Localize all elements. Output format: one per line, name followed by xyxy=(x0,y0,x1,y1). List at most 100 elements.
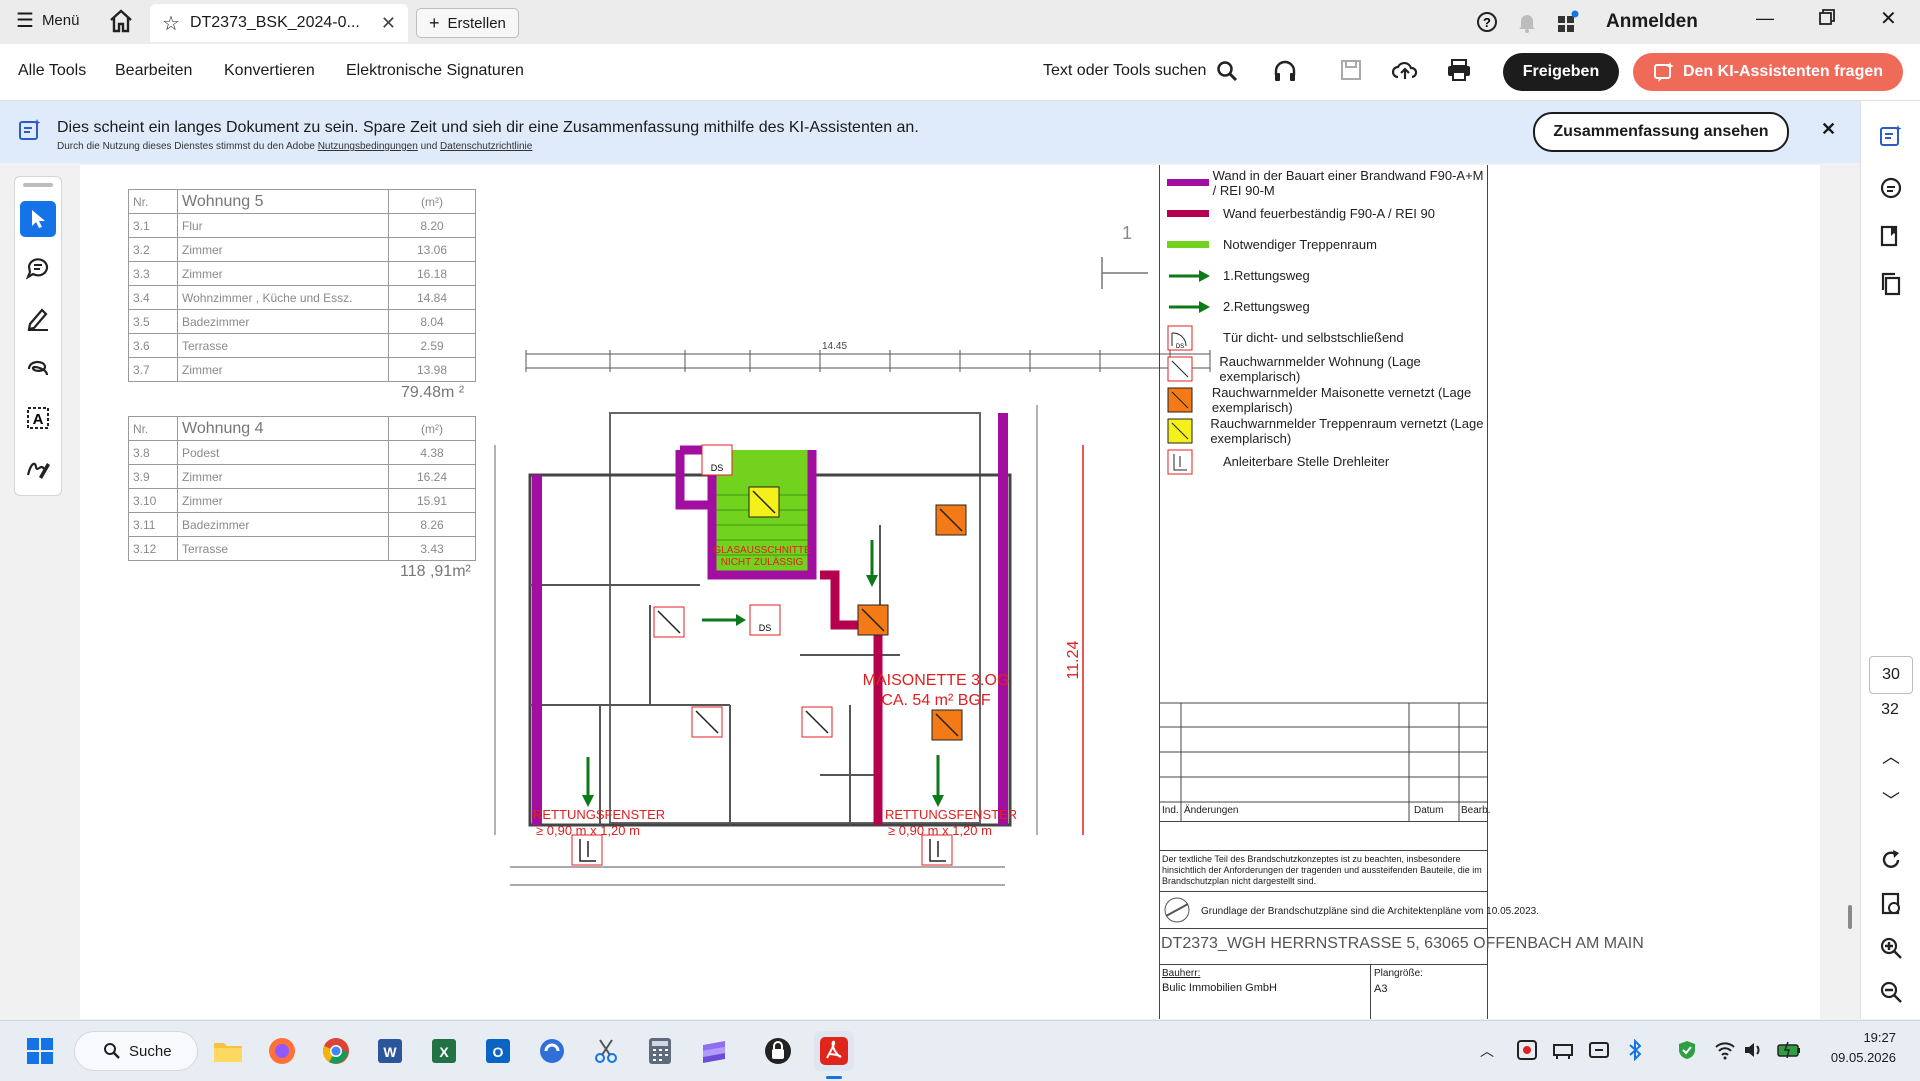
bookmarks-panel-button[interactable] xyxy=(1876,221,1906,251)
table-cell: 16.18 xyxy=(388,261,476,286)
ai-assistant-button[interactable]: Den KI-Assistenten fragen xyxy=(1633,53,1903,91)
table-row: 3.9 Zimmer 16.24 xyxy=(128,464,476,489)
restore-button[interactable] xyxy=(1818,8,1836,31)
taskbar-search[interactable]: Suche xyxy=(74,1031,198,1071)
firewall-right xyxy=(998,413,1008,825)
minimize-button[interactable]: — xyxy=(1756,8,1774,29)
pages-panel-button[interactable] xyxy=(1876,269,1906,299)
highlight-tool[interactable] xyxy=(23,303,53,333)
show-hidden-icons-button[interactable]: ︿ xyxy=(1480,1041,1494,1061)
taskbar-stack-app[interactable] xyxy=(694,1031,734,1071)
tray-battery[interactable] xyxy=(1776,1039,1802,1066)
taskbar-vpn-lock[interactable] xyxy=(758,1031,798,1071)
apps-button[interactable] xyxy=(1556,10,1580,39)
tray-display-icon xyxy=(1589,1042,1609,1058)
taskbar-security-app[interactable] xyxy=(532,1031,572,1071)
rotate-button[interactable] xyxy=(1876,845,1906,875)
vertical-scrollbar-thumb[interactable] xyxy=(1848,905,1852,929)
table-header-cell: Wohnung 4 xyxy=(177,416,389,441)
tray-bluetooth[interactable] xyxy=(1624,1038,1646,1066)
star-icon[interactable]: ☆ xyxy=(162,11,180,36)
document-page[interactable]: Nr. Wohnung 5 (m²) 3.1 Flur 8.20 3.2 Zimmer… xyxy=(80,165,1820,1019)
chevron-up-icon: ︿ xyxy=(1882,747,1900,767)
search-tools[interactable]: Text oder Tools suchen xyxy=(1043,60,1238,82)
tray-security[interactable] xyxy=(1676,1039,1698,1066)
create-label: Erstellen xyxy=(447,14,506,32)
menu-button[interactable]: ☰ Menü xyxy=(16,11,80,31)
height-dimension-label: 11.24 xyxy=(1065,640,1082,679)
taskbar-excel[interactable]: X xyxy=(424,1031,464,1071)
tray-app-1[interactable] xyxy=(1516,1039,1538,1066)
start-button[interactable] xyxy=(20,1031,60,1071)
taskbar-chrome[interactable] xyxy=(316,1031,356,1071)
clock-date[interactable]: 09.05.2026 xyxy=(1822,1050,1896,1065)
table-row: 3.5 Badezimmer 8.04 xyxy=(128,309,476,334)
menu-e-signatures[interactable]: Elektronische Signaturen xyxy=(346,62,524,80)
audio-button[interactable] xyxy=(1272,59,1298,88)
tray-wifi[interactable] xyxy=(1714,1039,1736,1066)
comment-tool[interactable] xyxy=(23,253,53,283)
titleblock-note: Der textliche Teil des Brandschutzkonzep… xyxy=(1162,854,1482,886)
taskbar-calculator[interactable] xyxy=(640,1031,680,1071)
terms-link[interactable]: Nutzungsbedingungen xyxy=(318,141,418,152)
create-button[interactable]: + Erstellen xyxy=(416,8,519,38)
tray-app-3[interactable] xyxy=(1588,1039,1610,1066)
text-box-tool[interactable]: A xyxy=(23,403,53,433)
print-button[interactable] xyxy=(1446,59,1472,86)
taskbar-acrobat[interactable] xyxy=(814,1031,854,1071)
home-button[interactable] xyxy=(108,9,134,38)
menu-convert[interactable]: Konvertieren xyxy=(224,62,315,80)
previous-page-button[interactable]: ︿ xyxy=(1876,741,1906,771)
draw-tool[interactable] xyxy=(23,353,53,383)
table-cell: Zimmer xyxy=(177,464,389,489)
close-window-button[interactable]: ✕ xyxy=(1880,6,1897,31)
comments-panel-button[interactable] xyxy=(1876,173,1906,203)
taskbar-firefox[interactable] xyxy=(262,1031,302,1071)
select-tool[interactable] xyxy=(20,201,56,237)
menu-label: Menü xyxy=(41,12,80,29)
taskbar-snipping-tool[interactable] xyxy=(586,1031,626,1071)
tray-app-2[interactable] xyxy=(1552,1039,1574,1066)
table-cell: Zimmer xyxy=(177,237,389,262)
sign-tool[interactable] xyxy=(23,453,53,483)
fit-page-button[interactable] xyxy=(1876,889,1906,919)
zoom-out-button[interactable] xyxy=(1876,977,1906,1007)
table-cell: Badezimmer xyxy=(177,309,389,334)
taskbar-word[interactable]: W xyxy=(370,1031,410,1071)
help-button[interactable]: ? xyxy=(1476,11,1498,38)
upload-cloud-button[interactable] xyxy=(1391,59,1418,86)
table-row: 3.10 Zimmer 15.91 xyxy=(128,488,476,513)
menu-edit[interactable]: Bearbeiten xyxy=(115,62,192,80)
ai-summary-panel-button[interactable] xyxy=(1876,121,1906,151)
privacy-link[interactable]: Datenschutzrichtlinie xyxy=(440,141,532,152)
share-button[interactable]: Freigeben xyxy=(1503,53,1619,91)
svg-text:A: A xyxy=(33,411,44,428)
current-page-field[interactable]: 30 xyxy=(1869,656,1913,694)
table-row: 3.3 Zimmer 16.18 xyxy=(128,261,476,286)
document-tab[interactable]: ☆ DT2373_BSK_2024-0... ✕ xyxy=(150,4,408,42)
maisonette-label: MAISONETTE 3.OG xyxy=(863,672,1010,689)
windows-logo-icon xyxy=(27,1038,53,1064)
legend-bar-purple xyxy=(1167,179,1209,186)
close-tab-icon[interactable]: ✕ xyxy=(381,13,396,34)
clock-time[interactable]: 19:27 xyxy=(1822,1030,1896,1045)
next-page-button[interactable]: ﹀ xyxy=(1876,785,1906,815)
taskbar-file-explorer[interactable] xyxy=(208,1031,248,1071)
taskbar-outlook[interactable]: O xyxy=(478,1031,518,1071)
save-button[interactable] xyxy=(1340,59,1362,86)
zoom-in-button[interactable] xyxy=(1876,933,1906,963)
table-cell: 16.24 xyxy=(388,464,476,489)
toolbar-drag-handle[interactable] xyxy=(23,183,53,187)
menu-all-tools[interactable]: Alle Tools xyxy=(18,62,86,80)
maisonette-area-label: CA. 54 m² BGF xyxy=(881,692,991,709)
sign-in-button[interactable]: Anmelden xyxy=(1606,11,1698,33)
close-banner-button[interactable]: ✕ xyxy=(1821,119,1836,140)
notifications-button[interactable] xyxy=(1516,11,1538,38)
tray-volume[interactable] xyxy=(1742,1039,1764,1066)
table-cell: Badezimmer xyxy=(177,512,389,537)
table-cell: 3.5 xyxy=(128,309,178,334)
view-summary-button[interactable]: Zusammenfassung ansehen xyxy=(1533,112,1789,152)
svg-text:?: ? xyxy=(1483,15,1491,30)
stair-note-text-2: NICHT ZULÄSSIG xyxy=(721,556,804,568)
legend-right-border xyxy=(1487,165,1488,1019)
